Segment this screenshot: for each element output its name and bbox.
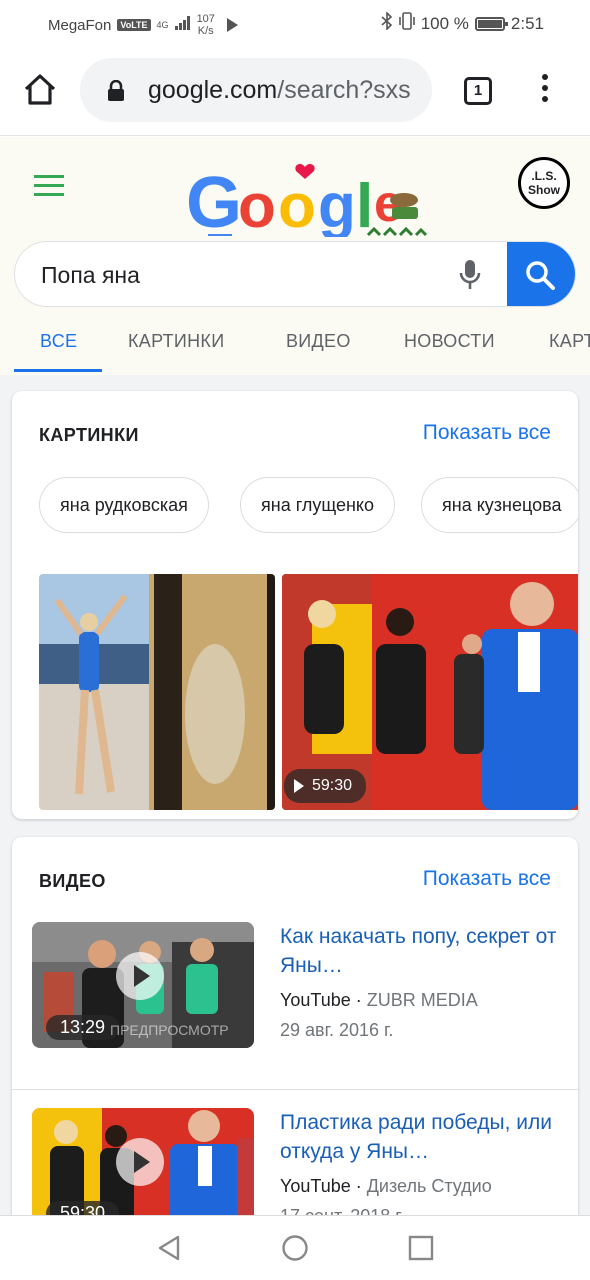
video-date: 17 сент. 2018 г.: [280, 1206, 405, 1215]
system-nav-bar: [0, 1215, 590, 1280]
svg-text:l: l: [356, 172, 373, 237]
hamburger-menu-icon[interactable]: [34, 175, 64, 197]
videos-card: ВИДЕО Показать все 13:29 ПРЕДПРОСМОТР Ка…: [12, 837, 578, 1215]
tab-news[interactable]: НОВОСТИ: [404, 331, 495, 352]
lock-icon: [106, 79, 126, 107]
video-duration-badge: 59:30: [284, 769, 367, 803]
search-button[interactable]: [507, 242, 575, 306]
google-doodle-logo[interactable]: G o o g l e: [186, 155, 436, 243]
video-title-link[interactable]: Пластика ради победы, или откуда у Яны…: [280, 1108, 560, 1166]
images-section-title: КАРТИНКИ: [39, 425, 139, 445]
video-result[interactable]: 13:29 ПРЕДПРОСМОТР Как накачать попу, се…: [12, 922, 578, 1086]
tab-images[interactable]: КАРТИНКИ: [128, 331, 224, 352]
images-show-all-link[interactable]: Показать все: [423, 421, 551, 445]
microphone-icon[interactable]: [457, 258, 483, 297]
results-area: КАРТИНКИ Показать все яна рудковская яна…: [0, 375, 590, 1215]
battery-icon: [474, 16, 508, 31]
overflow-menu-icon[interactable]: [538, 74, 552, 106]
account-avatar[interactable]: .L.S. Show: [518, 157, 570, 209]
video-thumbnail[interactable]: 59:30: [32, 1108, 254, 1215]
net-speed: 107 K/s: [196, 13, 215, 37]
video-title-link[interactable]: Как накачать попу, секрет от Яны…: [280, 922, 560, 980]
chip-related-search[interactable]: яна кузнецова: [421, 477, 578, 533]
chip-related-search[interactable]: яна глущенко: [240, 477, 396, 533]
video-image-result[interactable]: 59:30: [282, 574, 578, 810]
recents-icon[interactable]: [408, 1235, 434, 1266]
play-icon[interactable]: [116, 1138, 164, 1186]
svg-text:o: o: [278, 172, 316, 237]
video-source: YouTube · Дизель Студио: [280, 1176, 492, 1196]
active-tab-indicator: [14, 369, 102, 372]
svg-text:o: o: [238, 172, 276, 237]
tab-all[interactable]: ВСЕ: [40, 331, 77, 352]
search-icon: [526, 261, 555, 290]
video-duration: 13:29: [46, 1015, 120, 1040]
address-bar[interactable]: google.com/search?sxs: [80, 58, 432, 122]
bluetooth-icon: [381, 11, 393, 35]
search-input[interactable]: Попа яна: [41, 262, 140, 289]
carrier-name: MegaFon: [48, 16, 112, 34]
video-date: 29 авг. 2016 г.: [280, 1020, 394, 1040]
home-nav-icon[interactable]: [281, 1234, 309, 1267]
browser-toolbar: google.com/search?sxs 1: [0, 44, 590, 136]
media-play-icon: [226, 18, 238, 32]
status-bar: MegaFon VoLTE 4G 107 K/s 100 % 2:51: [0, 0, 590, 44]
image-result[interactable]: [39, 574, 275, 810]
videos-section-title: ВИДЕО: [39, 871, 106, 891]
url-text: google.com/search?sxs: [148, 76, 411, 104]
svg-text:G: G: [186, 163, 242, 237]
preview-watermark: ПРЕДПРОСМОТР: [110, 1022, 229, 1038]
video-duration: 59:30: [46, 1201, 120, 1215]
search-box[interactable]: Попа яна: [14, 241, 576, 307]
svg-text:g: g: [318, 172, 356, 237]
video-thumbnail[interactable]: 13:29 ПРЕДПРОСМОТР: [32, 922, 254, 1048]
battery-percent: 100 %: [420, 13, 469, 33]
home-icon[interactable]: [22, 72, 58, 108]
video-source: YouTube · ZUBR MEDIA: [280, 990, 478, 1010]
images-card: КАРТИНКИ Показать все яна рудковская яна…: [12, 391, 578, 819]
tab-videos[interactable]: ВИДЕО: [286, 331, 351, 352]
vibrate-icon: [398, 12, 415, 35]
play-icon[interactable]: [116, 952, 164, 1000]
videos-show-all-link[interactable]: Показать все: [423, 867, 551, 891]
tab-switcher-button[interactable]: 1: [464, 77, 492, 105]
chip-related-search[interactable]: яна рудковская: [39, 477, 209, 533]
tab-maps[interactable]: КАРТЫ: [549, 331, 590, 352]
play-icon: [294, 779, 304, 793]
search-tabs: ВСЕ КАРТИНКИ ВИДЕО НОВОСТИ КАРТЫ: [0, 329, 590, 375]
video-result[interactable]: 59:30 Пластика ради победы, или откуда у…: [12, 1089, 578, 1215]
volte-badge: VoLTE: [117, 19, 151, 31]
back-icon[interactable]: [156, 1234, 182, 1267]
signal-icon: [174, 16, 191, 34]
clock: 2:51: [510, 13, 544, 33]
google-header: G o o g l e .L.S. Show Попа яна ВСЕ КАРТИ…: [0, 137, 590, 375]
network-type: 4G: [156, 19, 169, 30]
